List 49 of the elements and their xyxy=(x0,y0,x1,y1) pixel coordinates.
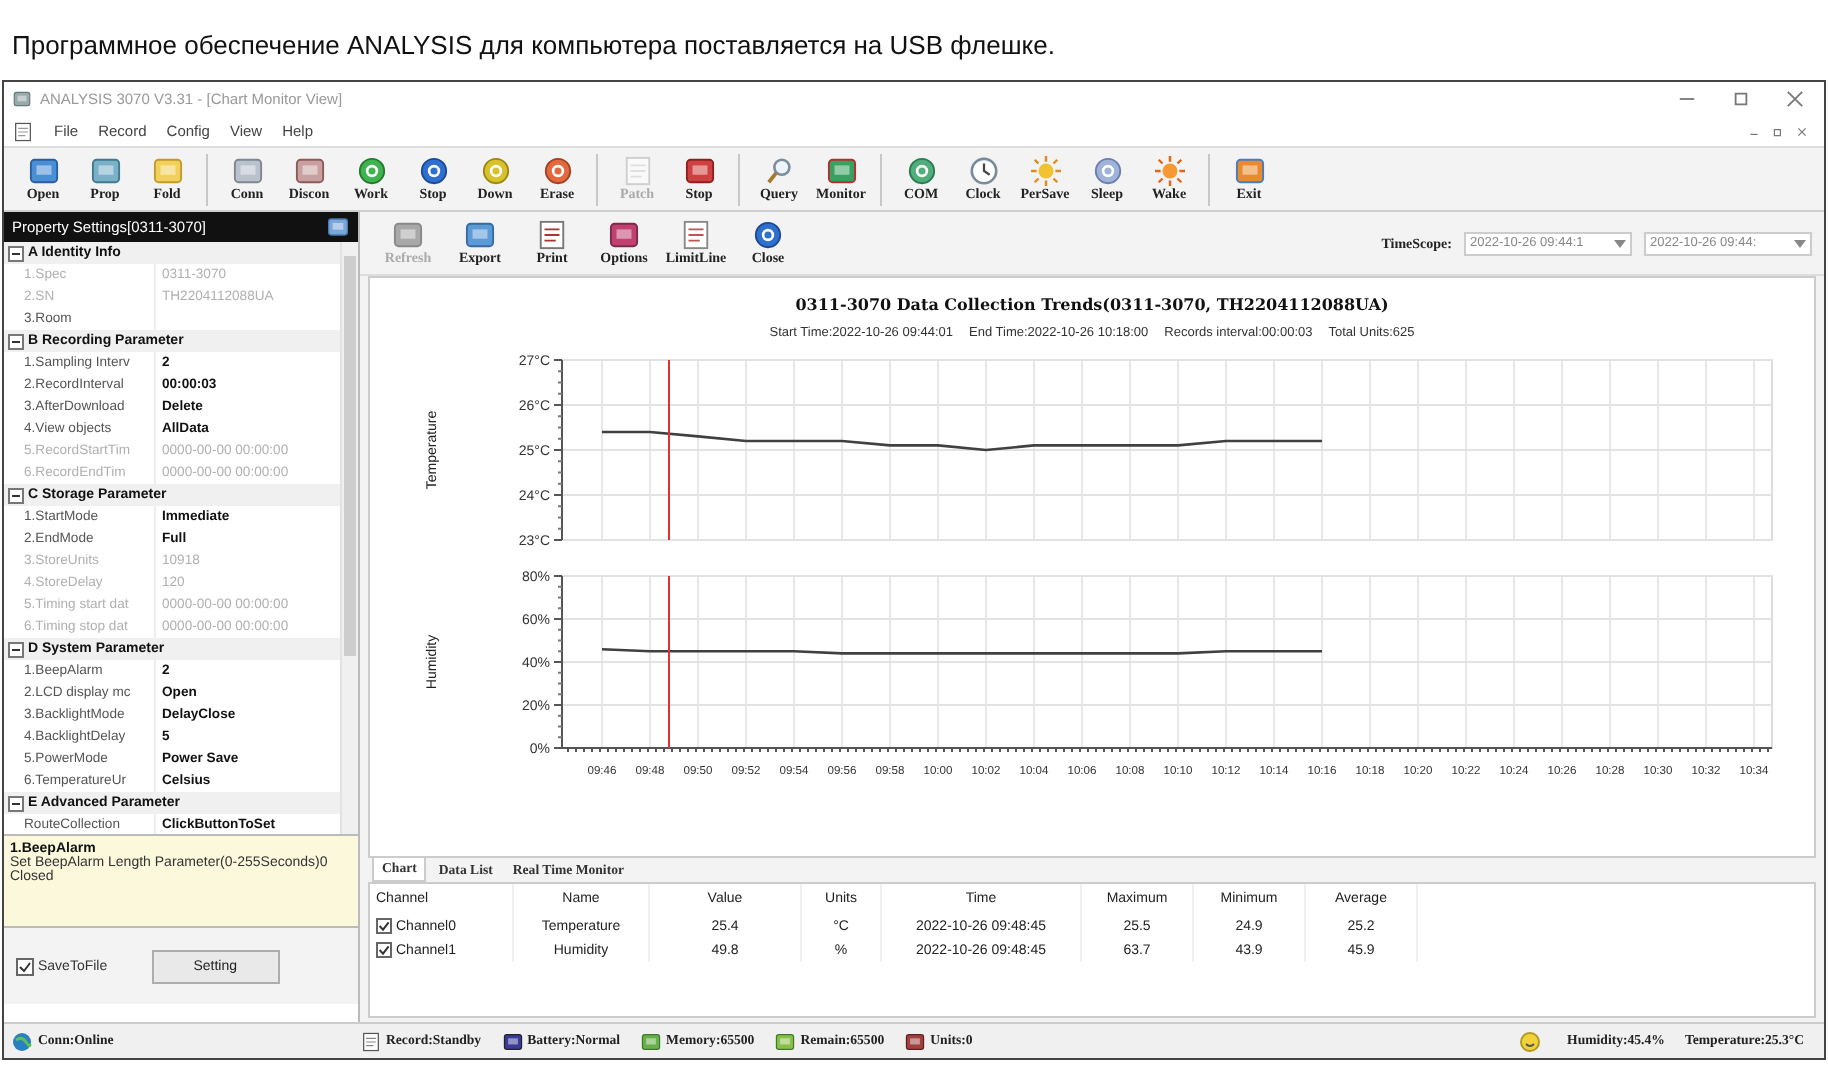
tile-icon xyxy=(390,220,426,250)
collapse-icon[interactable] xyxy=(8,795,24,811)
collapse-icon[interactable] xyxy=(8,245,24,261)
collapse-icon[interactable] xyxy=(8,333,24,349)
checkbox[interactable] xyxy=(376,942,392,958)
circle-icon xyxy=(477,156,513,186)
tile-icon xyxy=(25,156,61,186)
tile-icon xyxy=(823,156,859,186)
close-icon[interactable] xyxy=(1796,125,1808,137)
tile-icon xyxy=(291,156,327,186)
sun-icon xyxy=(1027,156,1063,186)
circle-icon xyxy=(750,220,786,250)
circle-icon xyxy=(353,156,389,186)
checkbox[interactable] xyxy=(16,957,34,975)
document-icon xyxy=(360,1031,382,1051)
circle-icon xyxy=(415,156,451,186)
caption-text: Программное обеспечение ANALYSIS для компьютера поставляется на USB флешке. xyxy=(12,30,1055,60)
circle-icon xyxy=(539,156,575,186)
caret-icon xyxy=(1794,239,1806,247)
circle-icon xyxy=(1089,156,1125,186)
checkbox[interactable] xyxy=(376,918,392,934)
tile-icon xyxy=(326,216,350,238)
tile-icon xyxy=(774,1031,797,1051)
circle-icon xyxy=(903,156,939,186)
tile-icon xyxy=(1231,156,1267,186)
document-icon xyxy=(678,220,714,250)
tile-icon xyxy=(12,90,32,108)
tile-icon xyxy=(606,220,642,250)
sun-icon xyxy=(1151,156,1187,186)
tile-icon xyxy=(149,156,185,186)
restore-icon[interactable] xyxy=(1772,125,1784,137)
clock-icon xyxy=(965,156,1001,186)
tile-icon xyxy=(640,1031,663,1051)
smiley-icon xyxy=(1519,1031,1540,1051)
document-icon xyxy=(534,220,570,250)
tile-icon xyxy=(904,1031,927,1051)
tile-icon xyxy=(681,156,717,186)
maximize-icon[interactable] xyxy=(1732,90,1750,108)
tile-icon xyxy=(87,156,123,186)
tile-icon xyxy=(229,156,265,186)
tile-icon xyxy=(501,1031,524,1051)
caret-icon xyxy=(1614,239,1626,247)
close-icon[interactable] xyxy=(1786,90,1804,108)
collapse-icon[interactable] xyxy=(8,641,24,657)
chart-title: 0311-3070 Data Collection Trends(0311-3070, TH2204112088UA) xyxy=(795,294,1389,314)
document-icon xyxy=(12,121,34,141)
collapse-icon[interactable] xyxy=(8,487,24,503)
tile-icon xyxy=(462,220,498,250)
globe-icon xyxy=(12,1031,32,1051)
